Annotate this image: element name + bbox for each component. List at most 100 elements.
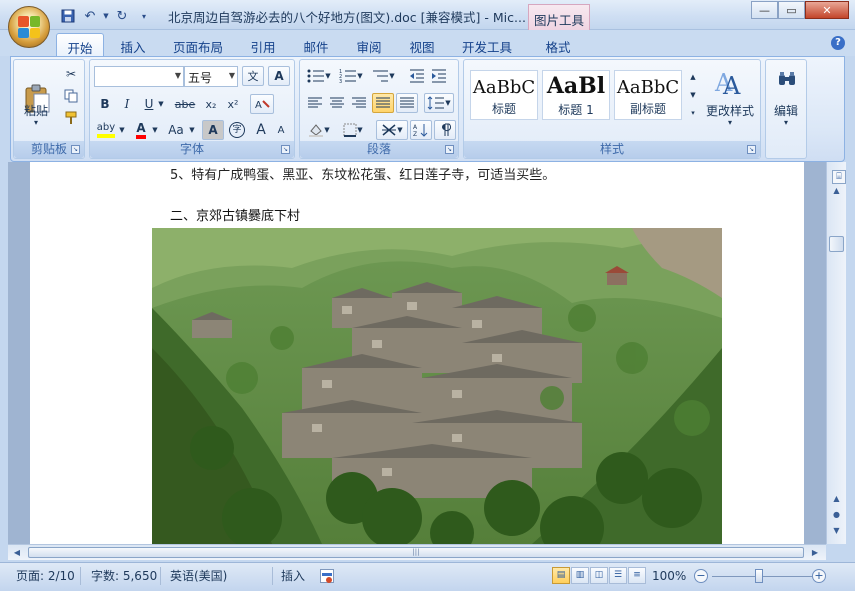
strikethrough-button[interactable]: abe [172, 94, 198, 114]
language-indicator[interactable]: 英语(美国) [170, 566, 227, 586]
font-color-button[interactable]: A [130, 120, 152, 140]
redo-icon[interactable]: ↻ [112, 7, 132, 25]
change-case-dropdown-icon[interactable]: ▼ [187, 120, 197, 140]
align-left-icon[interactable] [304, 93, 326, 113]
tab-view[interactable]: 视图 [399, 33, 445, 56]
align-right-icon[interactable] [348, 93, 370, 113]
undo-icon[interactable]: ↶ [80, 7, 100, 25]
sort-icon[interactable]: AZ [410, 120, 432, 140]
tab-format[interactable]: 格式 [534, 33, 582, 56]
scroll-left-icon[interactable]: ◀ [10, 546, 24, 559]
change-styles-label[interactable]: 更改样式 [702, 102, 758, 119]
outline-view-icon[interactable]: ☰ [609, 567, 627, 584]
find-binoculars-icon[interactable] [774, 66, 800, 92]
select-browse-object-icon[interactable]: ● [829, 508, 844, 522]
style-item-heading-1[interactable]: AaBl 标题 1 [542, 70, 610, 120]
zoom-slider-thumb[interactable] [755, 569, 763, 583]
char-border-button[interactable]: A [268, 66, 290, 86]
subscript-button[interactable]: x₂ [200, 94, 222, 114]
tab-references[interactable]: 引用 [240, 33, 286, 56]
village-photo[interactable] [152, 228, 722, 544]
cut-icon[interactable]: ✂ [60, 64, 82, 84]
decrease-indent-icon[interactable] [406, 66, 428, 86]
bullets-icon[interactable]: ▼ [304, 66, 334, 86]
horizontal-scroll-thumb[interactable]: ||| [28, 547, 804, 558]
change-styles-icon[interactable]: AA [708, 64, 748, 100]
help-icon[interactable]: ? [831, 36, 845, 50]
styles-scroll-up-icon[interactable]: ▲ [686, 68, 700, 86]
show-marks-icon[interactable] [434, 120, 456, 140]
page-indicator[interactable]: 页面: 2/10 [16, 566, 75, 586]
next-page-icon[interactable]: ▼ [829, 524, 844, 538]
horizontal-scrollbar[interactable]: ◀ ||| ▶ [8, 544, 826, 560]
borders-icon[interactable]: ▼ [338, 120, 368, 140]
chinese-layout-icon[interactable]: ▼ [376, 120, 408, 140]
highlight-dropdown-icon[interactable]: ▼ [117, 120, 127, 140]
tab-review[interactable]: 审阅 [346, 33, 392, 56]
scroll-up-icon[interactable]: ▲ [829, 184, 844, 198]
line-spacing-icon[interactable]: ▼ [424, 93, 454, 113]
distributed-icon[interactable] [396, 93, 418, 113]
save-icon[interactable] [58, 7, 78, 25]
styles-scroll-down-icon[interactable]: ▼ [686, 86, 700, 104]
document-page[interactable]: 5、特有广成鸭蛋、黑亚、东坟松花蛋、红日莲子寺，可适当买些。 二、京郊古镇爨底下… [30, 162, 804, 544]
editing-label[interactable]: 编辑 [768, 102, 804, 119]
view-ruler-icon[interactable]: ⌸ [832, 170, 846, 184]
vertical-scroll-thumb[interactable] [829, 236, 844, 252]
change-case-button[interactable]: Aa [164, 120, 188, 140]
font-launcher-icon[interactable]: ↘ [281, 145, 290, 154]
copy-icon[interactable] [60, 86, 82, 106]
macro-record-icon[interactable] [320, 569, 334, 583]
undo-dropdown-icon[interactable]: ▼ [102, 7, 110, 25]
shrink-font-button[interactable]: A [270, 120, 292, 140]
draft-view-icon[interactable]: ≡ [628, 567, 646, 584]
change-styles-dropdown-icon[interactable]: ▾ [702, 118, 758, 127]
vertical-scrollbar[interactable]: ▲ ▲ ● ▼ [826, 162, 846, 544]
word-count[interactable]: 字数: 5,650 [91, 566, 157, 586]
font-name-combobox[interactable]: ▼ [94, 66, 184, 87]
close-button[interactable]: ✕ [805, 1, 849, 19]
character-shading-button[interactable]: A [202, 120, 224, 140]
superscript-button[interactable]: x² [222, 94, 244, 114]
office-button[interactable] [8, 6, 50, 48]
underline-dropdown-icon[interactable]: ▼ [156, 94, 166, 114]
align-center-icon[interactable] [326, 93, 348, 113]
zoom-out-icon[interactable]: − [694, 569, 708, 583]
tab-insert[interactable]: 插入 [110, 33, 156, 56]
shading-icon[interactable]: ▼ [304, 120, 334, 140]
zoom-level[interactable]: 100% [652, 566, 686, 586]
zoom-in-icon[interactable]: + [812, 569, 826, 583]
clear-formatting-icon[interactable]: A [250, 94, 274, 114]
enclose-characters-button[interactable]: 字 [226, 120, 248, 140]
bold-button[interactable]: B [94, 94, 116, 114]
font-color-dropdown-icon[interactable]: ▼ [150, 120, 160, 140]
italic-button[interactable]: I [116, 94, 138, 114]
web-layout-icon[interactable]: ◫ [590, 567, 608, 584]
grow-font-button[interactable]: A [250, 120, 272, 140]
clipboard-launcher-icon[interactable]: ↘ [71, 145, 80, 154]
styles-more-icon[interactable]: ▾ [686, 104, 700, 122]
customize-qat-icon[interactable]: ▾ [134, 7, 154, 25]
print-layout-view-icon[interactable]: ▤ [552, 567, 570, 584]
scroll-right-icon[interactable]: ▶ [808, 546, 822, 559]
styles-launcher-icon[interactable]: ↘ [747, 145, 756, 154]
editing-dropdown-icon[interactable]: ▾ [768, 118, 804, 127]
increase-indent-icon[interactable] [428, 66, 450, 86]
tab-developer[interactable]: 开发工具 [454, 33, 520, 56]
previous-page-icon[interactable]: ▲ [829, 492, 844, 506]
multilevel-list-icon[interactable]: ▼ [368, 66, 398, 86]
format-painter-icon[interactable] [60, 108, 82, 128]
full-screen-reading-icon[interactable]: ▥ [571, 567, 589, 584]
text-highlight-button[interactable]: aby [94, 120, 118, 140]
justify-icon[interactable] [372, 93, 394, 113]
paste-dropdown-icon[interactable]: ▾ [18, 118, 54, 127]
style-item-title[interactable]: AaBbC 标题 [470, 70, 538, 120]
tab-mailings[interactable]: 邮件 [293, 33, 339, 56]
paragraph-launcher-icon[interactable]: ↘ [445, 145, 454, 154]
font-size-combobox[interactable]: 五号 ▼ [184, 66, 238, 87]
minimize-button[interactable]: — [751, 1, 778, 19]
phonetic-guide-button[interactable]: 文 [242, 66, 264, 86]
maximize-button[interactable]: ▭ [778, 1, 805, 19]
numbering-icon[interactable]: 123 ▼ [336, 66, 366, 86]
style-item-subtitle[interactable]: AaBbC 副标题 [614, 70, 682, 120]
